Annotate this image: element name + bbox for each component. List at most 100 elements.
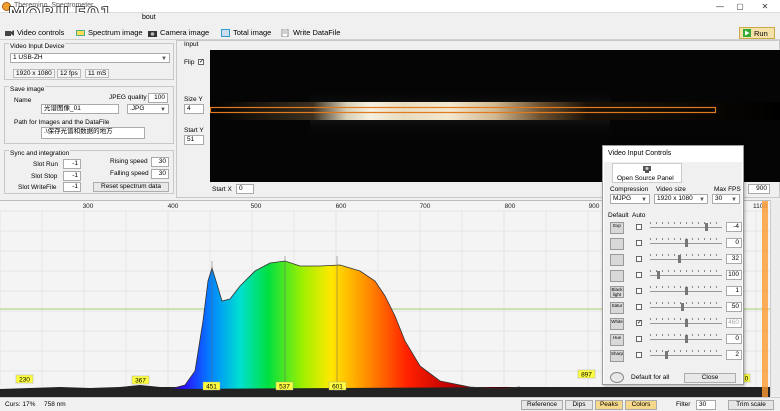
axis-tick-900: 900 bbox=[589, 203, 600, 210]
control-icon-0[interactable]: Exp bbox=[610, 222, 624, 234]
control-value-8[interactable]: 2 bbox=[726, 350, 742, 360]
sync-title: Sync and integration bbox=[9, 150, 71, 157]
slider-thumb[interactable] bbox=[681, 303, 684, 311]
control-value-5[interactable]: 50 bbox=[726, 302, 742, 312]
peaks-button[interactable]: Peaks bbox=[595, 400, 623, 410]
run-button[interactable]: Run bbox=[739, 27, 775, 39]
menu-about[interactable]: bout bbox=[142, 14, 156, 21]
chevron-down-icon: ▼ bbox=[641, 197, 647, 203]
start-y-input[interactable]: 51 bbox=[184, 135, 204, 145]
spectrum-scrollbar[interactable] bbox=[770, 200, 780, 396]
slider-thumb[interactable] bbox=[685, 335, 688, 343]
spectrum-image-button[interactable]: Spectrum image bbox=[76, 28, 143, 37]
reset-spectrum-button[interactable]: Reset spectrum data bbox=[93, 182, 169, 192]
dips-button[interactable]: Dips bbox=[565, 400, 593, 410]
video-controls-button[interactable]: Video controls bbox=[5, 28, 64, 37]
video-size-select[interactable]: 1920 x 1080 ▼ bbox=[654, 194, 708, 204]
webcam-icon bbox=[643, 166, 651, 173]
control-slider-0[interactable] bbox=[650, 222, 722, 233]
sync-group: Sync and integration Slot Run -1 Slot St… bbox=[4, 150, 174, 194]
slider-thumb[interactable] bbox=[685, 287, 688, 295]
control-icon-4[interactable]: Black light bbox=[610, 286, 624, 298]
rising-speed-input[interactable]: 30 bbox=[151, 157, 169, 167]
slot-writefile-input[interactable]: -1 bbox=[63, 182, 81, 192]
auto-checkbox-4[interactable] bbox=[636, 288, 642, 294]
slider-thumb[interactable] bbox=[678, 255, 681, 263]
max-fps-select[interactable]: 30 ▼ bbox=[712, 194, 740, 204]
image-name-input[interactable]: 光谱图像_01 bbox=[41, 104, 119, 114]
input-title: Input bbox=[183, 41, 200, 48]
device-select[interactable]: 1 USB-ZH ▼ bbox=[10, 53, 170, 63]
slider-thumb[interactable] bbox=[665, 351, 668, 359]
filter-input[interactable]: 30 bbox=[696, 400, 716, 410]
control-icon-8[interactable]: Sharp bbox=[610, 350, 624, 362]
axis-tick-300: 300 bbox=[83, 203, 94, 210]
auto-checkbox-1[interactable] bbox=[636, 240, 642, 246]
control-value-2[interactable]: 32 bbox=[726, 254, 742, 264]
auto-checkbox-8[interactable] bbox=[636, 352, 642, 358]
jpeg-quality-input[interactable]: 100 bbox=[148, 93, 168, 103]
slider-thumb[interactable] bbox=[685, 239, 688, 247]
axis-tick-400: 400 bbox=[168, 203, 179, 210]
control-slider-2[interactable] bbox=[650, 254, 722, 265]
control-value-4[interactable]: 1 bbox=[726, 286, 742, 296]
toolbar: Video controls Spectrum image Camera ima… bbox=[0, 26, 780, 40]
device-value: 1 USB-ZH bbox=[13, 54, 43, 61]
control-icon-3[interactable] bbox=[610, 270, 624, 282]
slider-thumb[interactable] bbox=[705, 223, 708, 231]
control-slider-1[interactable] bbox=[650, 238, 722, 249]
slot-run-input[interactable]: -1 bbox=[63, 159, 81, 169]
write-datafile-button[interactable]: Write DataFile bbox=[281, 28, 340, 37]
control-value-1[interactable]: 0 bbox=[726, 238, 742, 248]
auto-checkbox-2[interactable] bbox=[636, 256, 642, 262]
start-x-input[interactable]: 0 bbox=[236, 184, 254, 194]
slot-writefile-label: Slot WriteFile bbox=[18, 184, 57, 191]
flip-checkbox[interactable]: ✓ bbox=[198, 59, 204, 65]
extension-select[interactable]: .JPG ▼ bbox=[127, 104, 169, 114]
control-slider-3[interactable] bbox=[650, 270, 722, 281]
minimize-button[interactable]: — bbox=[713, 1, 727, 12]
open-source-panel-button[interactable]: Open Source Panel bbox=[612, 163, 682, 183]
axis-tick-700: 700 bbox=[420, 203, 431, 210]
falling-speed-input[interactable]: 30 bbox=[151, 169, 169, 179]
slot-stop-input[interactable]: -1 bbox=[63, 171, 81, 181]
path-input[interactable]: .\保存光谱和数据的地方 bbox=[41, 127, 145, 139]
auto-checkbox-0[interactable] bbox=[636, 224, 642, 230]
trim-scale-button[interactable]: Trim scale bbox=[728, 400, 774, 410]
dialog-close-button[interactable]: Close bbox=[684, 373, 736, 383]
ms-display: 11 mS bbox=[85, 69, 110, 78]
control-icon-5[interactable]: Satur bbox=[610, 302, 624, 314]
compression-select[interactable]: MJPG ▼ bbox=[610, 194, 650, 204]
colors-button[interactable]: Colors bbox=[625, 400, 657, 410]
axis-tick-600: 600 bbox=[336, 203, 347, 210]
control-value-6[interactable]: 460 bbox=[726, 318, 742, 328]
maximize-button[interactable]: ▢ bbox=[733, 1, 747, 12]
slider-thumb[interactable] bbox=[685, 319, 688, 327]
auto-checkbox-7[interactable] bbox=[636, 336, 642, 342]
control-value-0[interactable]: -4 bbox=[726, 222, 742, 232]
auto-checkbox-5[interactable] bbox=[636, 304, 642, 310]
default-all-icon[interactable] bbox=[610, 372, 624, 383]
control-slider-4[interactable] bbox=[650, 286, 722, 297]
auto-checkbox-6[interactable]: ✓ bbox=[636, 320, 642, 326]
total-image-button[interactable]: Total image bbox=[221, 28, 271, 37]
control-slider-7[interactable] bbox=[650, 334, 722, 345]
control-icon-6[interactable]: White bbox=[610, 318, 624, 330]
control-slider-6[interactable] bbox=[650, 318, 722, 329]
close-window-button[interactable]: ✕ bbox=[758, 1, 772, 12]
control-icon-2[interactable] bbox=[610, 254, 624, 266]
reference-button[interactable]: Reference bbox=[521, 400, 563, 410]
slot-stop-label: Slot Stop bbox=[31, 173, 58, 180]
size-y-input[interactable]: 4 bbox=[184, 104, 204, 114]
control-icon-7[interactable]: Hue bbox=[610, 334, 624, 346]
control-value-7[interactable]: 0 bbox=[726, 334, 742, 344]
auto-checkbox-3[interactable] bbox=[636, 272, 642, 278]
control-slider-8[interactable] bbox=[650, 350, 722, 361]
end-x-input[interactable]: 900 bbox=[748, 184, 770, 194]
control-value-3[interactable]: 100 bbox=[726, 270, 742, 280]
control-icon-1[interactable] bbox=[610, 238, 624, 250]
camera-image-button[interactable]: Camera image bbox=[148, 28, 209, 37]
slider-thumb[interactable] bbox=[657, 271, 660, 279]
video-size-value: 1920 x 1080 bbox=[657, 195, 693, 202]
control-slider-5[interactable] bbox=[650, 302, 722, 313]
